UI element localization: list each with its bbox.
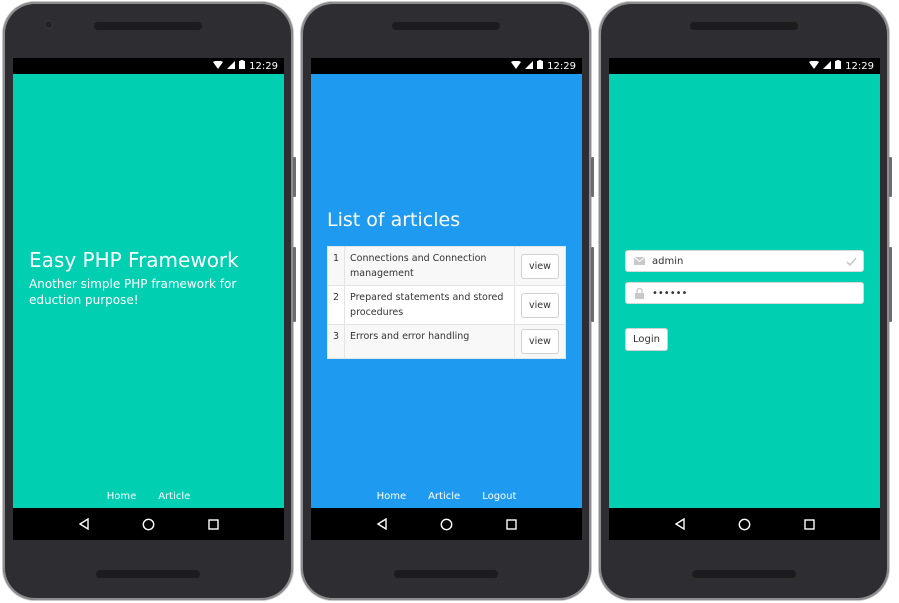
article-title: Errors and error handling <box>344 324 515 359</box>
view-button[interactable]: view <box>521 292 559 318</box>
link-logout[interactable]: Logout <box>482 491 516 502</box>
phone-3: 12:29 admin •••••• Login <box>599 2 892 600</box>
earpiece-speaker <box>94 22 202 30</box>
recents-icon[interactable] <box>504 516 520 532</box>
power-button <box>591 157 594 197</box>
table-row: 1 Connections and Connection management … <box>326 246 566 286</box>
android-nav-bar <box>13 508 284 540</box>
status-time: 12:29 <box>845 60 874 72</box>
screen-articles: 12:29 List of articles 1 Connections and… <box>311 58 582 540</box>
back-icon[interactable] <box>672 516 688 532</box>
back-icon[interactable] <box>374 516 390 532</box>
signal-icon <box>227 60 236 72</box>
footer-nav: Home Article Logout <box>311 491 582 502</box>
status-time: 12:29 <box>547 60 576 72</box>
wifi-icon <box>213 60 224 72</box>
status-bar: 12:29 <box>609 58 880 74</box>
phone-1: 12:29 Easy PHP Framework Another simple … <box>3 2 296 600</box>
home-icon[interactable] <box>141 516 157 532</box>
earpiece-speaker <box>690 22 798 30</box>
back-icon[interactable] <box>76 516 92 532</box>
article-title: Connections and Connection management <box>344 246 515 286</box>
link-home[interactable]: Home <box>377 491 407 502</box>
page-content: List of articles 1 Connections and Conne… <box>311 74 582 508</box>
password-field[interactable]: •••••• <box>625 282 864 304</box>
home-icon[interactable] <box>439 516 455 532</box>
row-number: 2 <box>326 285 346 325</box>
username-value: admin <box>652 255 684 267</box>
table-row: 3 Errors and error handling view <box>326 324 566 359</box>
power-button <box>889 157 892 197</box>
password-value: •••••• <box>652 287 688 299</box>
volume-button <box>591 247 594 322</box>
bottom-speaker <box>96 570 200 578</box>
volume-button <box>293 247 296 322</box>
envelope-icon <box>630 257 648 265</box>
wifi-icon <box>511 60 522 72</box>
bottom-speaker <box>394 570 498 578</box>
signal-icon <box>823 60 832 72</box>
lock-icon <box>630 287 648 299</box>
android-nav-bar <box>609 508 880 540</box>
link-article[interactable]: Article <box>158 491 190 502</box>
android-nav-bar <box>311 508 582 540</box>
phone-2: 12:29 List of articles 1 Connections and… <box>301 2 594 600</box>
view-button[interactable]: view <box>521 329 559 354</box>
table-row: 2 Prepared statements and stored procedu… <box>326 285 566 325</box>
bottom-speaker <box>692 570 796 578</box>
articles-table: 1 Connections and Connection management … <box>326 246 566 359</box>
home-icon[interactable] <box>737 516 753 532</box>
volume-button <box>889 247 892 322</box>
link-article[interactable]: Article <box>428 491 460 502</box>
recents-icon[interactable] <box>206 516 222 532</box>
view-button[interactable]: view <box>521 253 559 279</box>
link-home[interactable]: Home <box>107 491 137 502</box>
status-bar: 12:29 <box>13 58 284 74</box>
wifi-icon <box>809 60 820 72</box>
page-content: admin •••••• Login <box>609 74 880 508</box>
screen-home: 12:29 Easy PHP Framework Another simple … <box>13 58 284 540</box>
power-button <box>293 157 296 197</box>
article-title: Prepared statements and stored procedure… <box>344 285 515 325</box>
earpiece-speaker <box>392 22 500 30</box>
row-number: 1 <box>326 246 346 286</box>
signal-icon <box>525 60 534 72</box>
page-content: Easy PHP Framework Another simple PHP fr… <box>13 74 284 508</box>
hero-subtitle: Another simple PHP framework for eductio… <box>29 277 237 307</box>
screen-login: 12:29 admin •••••• Login <box>609 58 880 540</box>
row-number: 3 <box>326 324 346 359</box>
login-button[interactable]: Login <box>625 328 668 351</box>
status-time: 12:29 <box>249 60 278 72</box>
page-title: List of articles <box>327 209 461 231</box>
recents-icon[interactable] <box>802 516 818 532</box>
username-field[interactable]: admin <box>625 250 864 272</box>
status-bar: 12:29 <box>311 58 582 74</box>
battery-icon <box>537 60 544 72</box>
front-camera <box>45 21 52 28</box>
check-icon <box>843 256 859 266</box>
battery-icon <box>835 60 842 72</box>
battery-icon <box>239 60 246 72</box>
footer-nav: Home Article <box>13 491 284 502</box>
hero-title: Easy PHP Framework <box>29 248 239 272</box>
